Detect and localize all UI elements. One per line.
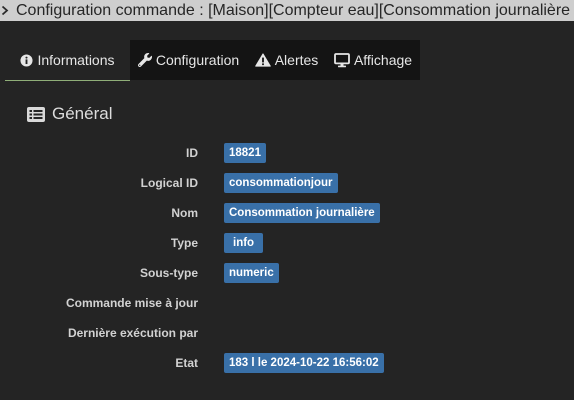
field-value-id: 18821: [224, 143, 266, 163]
desktop-icon: [334, 52, 350, 68]
tab-informations[interactable]: Informations: [5, 40, 130, 81]
field-row-logical-id: Logical ID consommationjour: [0, 168, 574, 198]
dialog-title-bar: Configuration commande : [Maison][Compte…: [0, 0, 574, 21]
warning-triangle-icon: [254, 53, 271, 67]
field-value-type: info: [224, 233, 264, 253]
section-heading: Général: [27, 103, 112, 125]
field-label-etat: Etat: [175, 356, 198, 370]
field-value-sous-type: numeric: [224, 263, 279, 283]
inactive-tabs: Configuration Alertes Affichage: [130, 40, 420, 80]
wrench-icon: [137, 53, 152, 67]
field-label-logical-id: Logical ID: [140, 176, 198, 190]
field-row-sous-type: Sous-type numeric: [0, 258, 574, 288]
chevron-right-icon: [1, 5, 9, 16]
general-info-form: ID 18821 Logical ID consommationjour Nom…: [0, 138, 574, 378]
field-label-type: Type: [170, 236, 198, 250]
tab-bar: Informations Configuration Alertes Affic…: [5, 40, 420, 81]
tab-label: Informations: [37, 52, 115, 68]
tab-label: Configuration: [155, 52, 240, 68]
list-alt-icon: [27, 106, 45, 122]
field-row-derniere-execution: Dernière exécution par: [0, 318, 574, 348]
section-title: Général: [52, 104, 113, 123]
field-label-nom: Nom: [171, 206, 198, 220]
field-row-etat: Etat 183 l le 2024-10-22 16:56:02: [0, 348, 574, 378]
dialog-title: Configuration commande : [Maison][Compte…: [16, 2, 571, 19]
field-value-logical-id: consommationjour: [224, 173, 338, 193]
field-label-id: ID: [186, 146, 198, 160]
field-value-etat: 183 l le 2024-10-22 16:56:02: [224, 353, 384, 373]
field-row-nom: Nom Consommation journalière: [0, 198, 574, 228]
info-circle-icon: [20, 53, 34, 67]
field-row-id: ID 18821: [0, 138, 574, 168]
field-value-nom: Consommation journalière: [224, 203, 380, 223]
field-label-sous-type: Sous-type: [139, 266, 198, 280]
tab-configuration[interactable]: Configuration: [130, 40, 247, 80]
field-label-derniere-execution: Dernière exécution par: [67, 326, 198, 340]
field-row-type: Type info: [0, 228, 574, 258]
tab-affichage[interactable]: Affichage: [326, 40, 420, 80]
tab-label: Affichage: [353, 52, 413, 68]
tab-label: Alertes: [274, 52, 319, 68]
field-label-commande-mise-a-jour: Commande mise à jour: [65, 296, 198, 310]
field-row-commande-mise-a-jour: Commande mise à jour: [0, 288, 574, 318]
tab-alertes[interactable]: Alertes: [247, 40, 326, 80]
